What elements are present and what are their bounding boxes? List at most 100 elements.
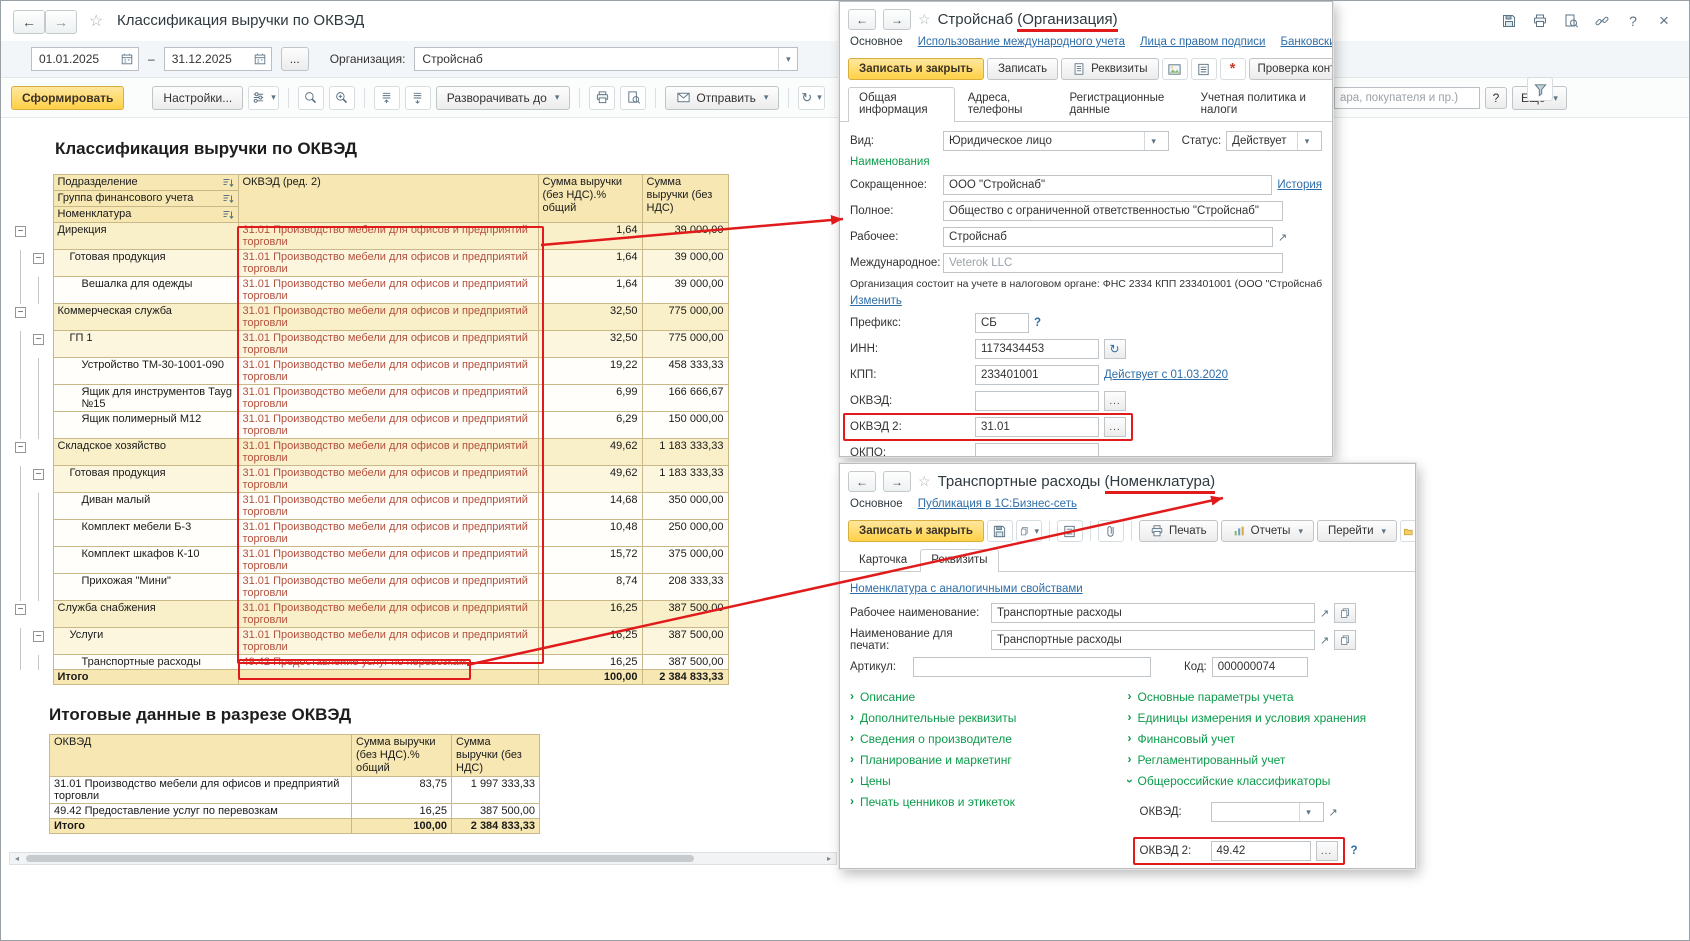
international-name-input[interactable]: Veterok LLC (943, 253, 1283, 273)
section-item[interactable]: Планирование и маркетинг (850, 753, 1128, 767)
row-okved-cell[interactable]: 31.01 Производство мебели для офисов и п… (238, 412, 538, 439)
collapse-group-icon[interactable] (15, 442, 26, 453)
tab[interactable]: Учетная политика и налоги (1190, 87, 1324, 121)
row-okved-cell[interactable]: 31.01 Производство мебели для офисов и п… (238, 574, 538, 601)
header-division[interactable]: Подразделение (53, 175, 238, 191)
inn-check-button[interactable]: ↻ (1104, 339, 1126, 359)
details-button[interactable]: Реквизиты (1061, 58, 1158, 80)
row-name-cell[interactable]: Прихожая "Мини" (53, 574, 238, 601)
calendar-icon[interactable] (253, 52, 267, 66)
section-item[interactable]: Сведения о производителе (850, 732, 1128, 746)
row-okved-cell[interactable]: 31.01 Производство мебели для офисов и п… (238, 547, 538, 574)
row-sum-cell[interactable]: 150 000,00 (642, 412, 728, 439)
row-name-cell[interactable]: Вешалка для одежды (53, 277, 238, 304)
change-link[interactable]: Изменить (850, 295, 902, 307)
report-row[interactable]: Транспортные расходы 49.42 Предоставлени… (9, 655, 728, 670)
paperclip-icon[interactable] (1098, 520, 1124, 542)
row-pct-cell[interactable]: 6,29 (538, 412, 642, 439)
settings-button[interactable]: Настройки... (152, 86, 243, 110)
row-sum-cell[interactable]: 775 000,00 (642, 331, 728, 358)
row-tree-cell[interactable] (9, 412, 53, 439)
row-tree-cell[interactable] (9, 358, 53, 385)
row-okved-cell[interactable]: 31.01 Производство мебели для офисов и п… (238, 439, 538, 466)
favorite-star-icon[interactable]: ☆ (918, 11, 931, 28)
row-tree-cell[interactable] (9, 250, 53, 277)
collapse-groups-icon[interactable] (374, 86, 400, 110)
save-icon[interactable] (1500, 12, 1518, 30)
open-icon[interactable]: ↗ (1320, 607, 1329, 620)
send-button[interactable]: Отправить (665, 86, 779, 110)
print-name-input[interactable]: Транспортные расходы (991, 630, 1315, 650)
row-tree-cell[interactable] (9, 520, 53, 547)
row-sum-cell[interactable]: 39 000,00 (642, 223, 728, 250)
collapse-group-icon[interactable] (15, 307, 26, 318)
row-name-cell[interactable]: Дирекция (53, 223, 238, 250)
row-sum-cell[interactable]: 1 183 333,33 (642, 439, 728, 466)
counterparty-service-icon[interactable]: * (1220, 58, 1246, 80)
open-icon[interactable]: ↗ (1278, 231, 1287, 244)
document-list-button[interactable] (1057, 520, 1083, 542)
row-pct-cell[interactable]: 8,74 (538, 574, 642, 601)
summary-total-row[interactable]: Итого 100,00 2 384 833,33 (50, 819, 540, 834)
row-name-cell[interactable]: Комплект мебели Б-3 (53, 520, 238, 547)
report-row[interactable]: Услуги 31.01 Производство мебели для офи… (9, 628, 728, 655)
copy-name-button[interactable] (1334, 603, 1356, 623)
save-close-button[interactable]: Записать и закрыть (848, 520, 984, 542)
tab[interactable]: Реквизиты (920, 549, 998, 572)
horizontal-scrollbar[interactable]: ◂ ▸ (9, 852, 837, 865)
report-total-row[interactable]: Итого 100,00 2 384 833,33 (9, 670, 728, 685)
favorite-star-icon[interactable]: ☆ (918, 473, 931, 490)
row-tree-cell[interactable] (9, 304, 53, 331)
forward-button[interactable]: → (45, 10, 77, 34)
expand-groups-icon[interactable] (405, 86, 431, 110)
help-icon[interactable]: ? (1351, 845, 1358, 857)
row-tree-cell[interactable] (9, 601, 53, 628)
row-pct-cell[interactable]: 1,64 (538, 250, 642, 277)
tab[interactable]: Адреса, телефоны (957, 87, 1057, 121)
nav-link[interactable]: Публикация в 1С:Бизнес-сеть (918, 498, 1077, 510)
section-item[interactable]: Единицы измерения и условия хранения (1128, 711, 1406, 725)
goto-button[interactable]: Перейти (1317, 520, 1397, 542)
report-row[interactable]: Комплект шкафов К-10 31.01 Производство … (9, 547, 728, 574)
row-sum-cell[interactable]: 250 000,00 (642, 520, 728, 547)
row-tree-cell[interactable] (9, 385, 53, 412)
section-item[interactable]: Регламентированный учет (1128, 753, 1406, 767)
help-button[interactable]: ? (1485, 87, 1507, 109)
row-sum-cell[interactable]: 1 183 333,33 (642, 466, 728, 493)
scroll-right-icon[interactable]: ▸ (822, 854, 836, 863)
nav-link[interactable]: Основное (850, 36, 903, 48)
summary-row[interactable]: 49.42 Предоставление услуг по перевозкам… (50, 804, 540, 819)
organization-combo[interactable]: Стройснаб ▾ (414, 47, 798, 71)
summary-okved-cell[interactable]: 31.01 Производство мебели для офисов и п… (50, 777, 352, 804)
row-sum-cell[interactable]: 458 333,33 (642, 358, 728, 385)
help-icon[interactable]: ? (1624, 12, 1642, 30)
row-sum-cell[interactable]: 387 500,00 (642, 601, 728, 628)
summary-sum-cell[interactable]: 1 997 333,33 (452, 777, 540, 804)
header-fin-group[interactable]: Группа финансового учета (53, 191, 238, 207)
row-okved-cell[interactable]: 49.42 Предоставление услуг по перевозкам (238, 655, 538, 670)
print-icon[interactable] (589, 86, 615, 110)
row-tree-cell[interactable] (9, 331, 53, 358)
row-sum-cell[interactable]: 375 000,00 (642, 547, 728, 574)
row-okved-cell[interactable]: 31.01 Производство мебели для офисов и п… (238, 628, 538, 655)
row-tree-cell[interactable] (9, 655, 53, 670)
preview-icon[interactable] (1562, 12, 1580, 30)
header-revenue-pct[interactable]: Сумма выручки (без НДС).% общий (538, 175, 642, 223)
chevron-down-icon[interactable]: ▾ (1297, 132, 1316, 150)
row-name-cell[interactable]: Служба снабжения (53, 601, 238, 628)
report-row[interactable]: Коммерческая служба 31.01 Производство м… (9, 304, 728, 331)
favorite-star-icon[interactable]: ☆ (89, 11, 103, 31)
nav-link[interactable]: Лица с правом подписи (1140, 36, 1266, 48)
folder-button[interactable] (1400, 520, 1416, 542)
okved2-select-button[interactable]: ... (1316, 841, 1338, 861)
inn-input[interactable]: 1173434453 (975, 339, 1099, 359)
kpp-input[interactable]: 233401001 (975, 365, 1099, 385)
collapse-group-icon[interactable] (15, 604, 26, 615)
section-item[interactable]: Общероссийские классификаторы (1128, 774, 1406, 788)
report-variants-button[interactable]: ↻ (798, 86, 824, 110)
tab[interactable]: Регистрационные данные (1058, 87, 1187, 121)
nav-link[interactable]: Основное (850, 498, 903, 510)
row-sum-cell[interactable]: 166 666,67 (642, 385, 728, 412)
close-icon[interactable]: × (1655, 12, 1673, 30)
summary-row[interactable]: 31.01 Производство мебели для офисов и п… (50, 777, 540, 804)
